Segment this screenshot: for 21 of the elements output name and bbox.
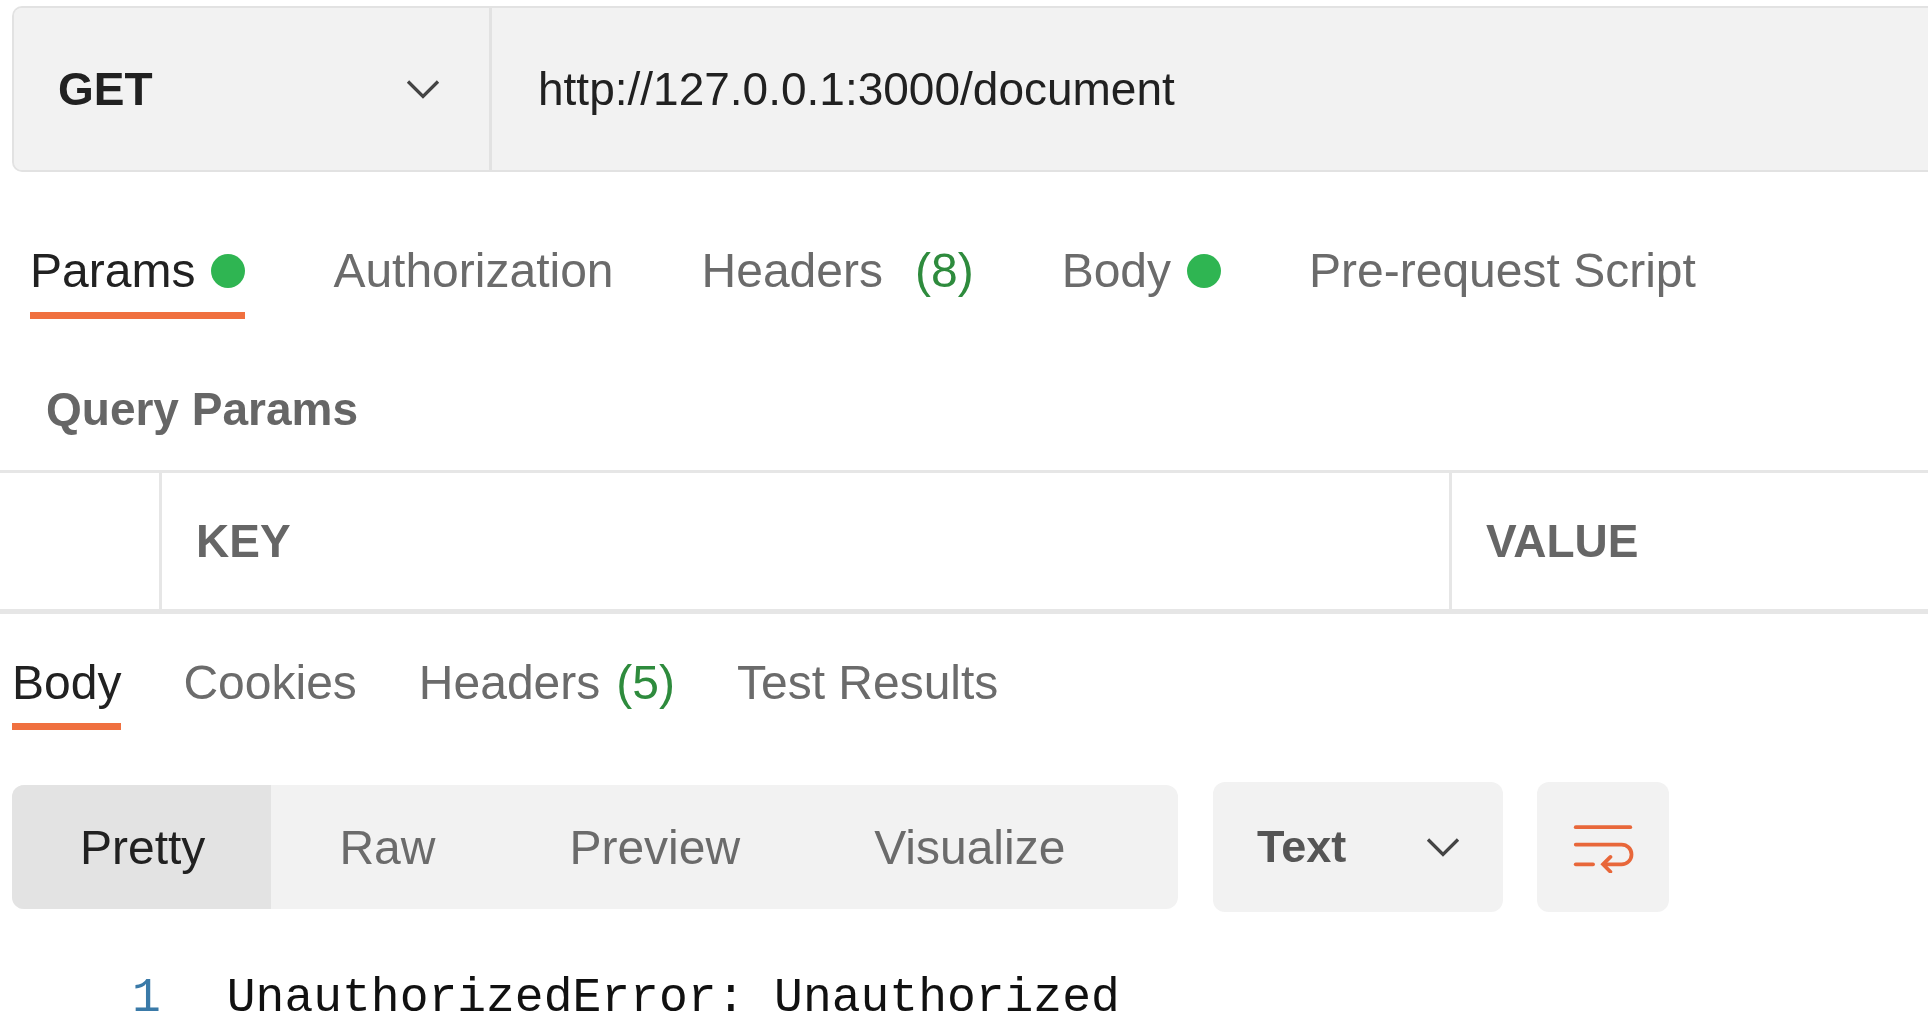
request-tab[interactable]: Headers (8)	[701, 229, 974, 319]
view-mode-button[interactable]: Pretty	[12, 785, 272, 909]
wrap-lines-button[interactable]	[1537, 782, 1669, 912]
request-tab[interactable]: Authorization	[333, 229, 614, 319]
format-dropdown[interactable]: Text	[1213, 782, 1503, 912]
section-title: Query Params	[45, 382, 359, 437]
request-tab[interactable]: Pre-request Script	[1309, 229, 1696, 319]
chevron-down-icon	[1425, 836, 1461, 858]
view-mode-button[interactable]: Preview	[501, 785, 807, 909]
response-tab[interactable]: Headers (5)	[418, 642, 675, 730]
request-tab[interactable]: Params	[30, 229, 246, 319]
view-mode-button[interactable]: Raw	[271, 785, 502, 909]
request-tab[interactable]: Body	[1061, 229, 1222, 319]
code-line: UnauthorizedError: Unauthorized	[226, 971, 1120, 1025]
response-tab[interactable]: Cookies	[183, 642, 357, 730]
view-mode-button[interactable]: Visualize	[806, 785, 1132, 909]
column-header: VALUE	[1485, 514, 1640, 569]
response-tab[interactable]: Body	[12, 642, 122, 730]
response-tab[interactable]: Test Results	[736, 642, 999, 730]
column-header: KEY	[162, 473, 1452, 609]
line-number: 1	[132, 971, 161, 1025]
